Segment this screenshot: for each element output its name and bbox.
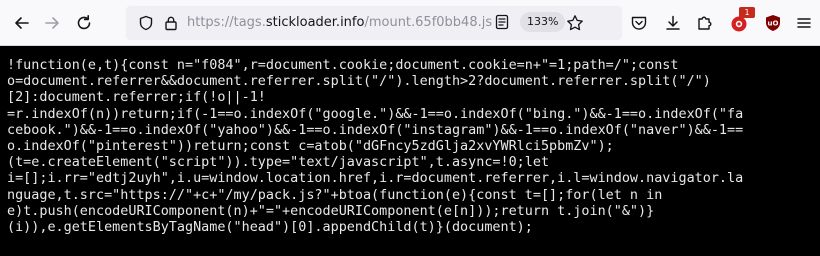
reload-icon: [77, 15, 91, 30]
code-line: !function(e,t){const n="f084",r=document…: [7, 58, 679, 73]
extension-with-badge-button[interactable]: 1: [727, 7, 755, 35]
zoom-level-badge[interactable]: 133%: [520, 12, 566, 32]
downloads-button[interactable]: [661, 11, 685, 35]
url-domain: stickloader.info: [265, 15, 365, 30]
app-menu-button[interactable]: [792, 11, 816, 35]
svg-text:uO: uO: [768, 20, 779, 28]
code-line: nguage,t.src="https://"+c+"/my/pack.js?"…: [7, 187, 663, 203]
code-line: (i)),e.getElementsByTagName("head")[0].a…: [7, 220, 533, 236]
source-code-view: !function(e,t){const n="f084",r=document…: [0, 46, 820, 256]
puzzle-icon: [698, 16, 712, 30]
url-subdomain: tags.: [233, 15, 266, 30]
ublock-icon: uO: [766, 15, 780, 31]
star-icon[interactable]: [566, 14, 584, 36]
forward-button[interactable]: [40, 11, 64, 35]
pocket-icon: [631, 16, 647, 30]
reader-view-icon[interactable]: [494, 14, 510, 34]
javascript-source: !function(e,t){const n="f084",r=document…: [7, 58, 820, 236]
hamburger-menu-icon: [797, 18, 811, 28]
ublock-button[interactable]: uO: [761, 11, 785, 35]
browser-toolbar: https://tags.stickloader.info/mount.65f0…: [0, 0, 820, 46]
pocket-button[interactable]: [627, 11, 651, 35]
code-line: =r.indexOf(n))return;if(-1==o.indexOf("g…: [7, 106, 744, 122]
address-bar[interactable]: https://tags.stickloader.info/mount.65f0…: [126, 6, 622, 40]
code-line: o.indexOf("pinterest"))return;const c=at…: [7, 139, 614, 155]
arrow-left-icon: [15, 17, 29, 29]
code-line: i=[];i.rr="edtj2uyh",i.u=window.location…: [7, 171, 744, 187]
back-button[interactable]: [10, 11, 34, 35]
arrow-right-icon: [45, 17, 59, 29]
url-path: /mount.65f0bb48.js: [364, 15, 493, 30]
extensions-button[interactable]: [693, 11, 717, 35]
url-text[interactable]: https://tags.stickloader.info/mount.65f0…: [187, 14, 492, 31]
shield-icon[interactable]: [138, 15, 154, 35]
code-line: e)t.push(encodeURIComponent(n)+"="+encod…: [7, 203, 655, 219]
extension-badge-count: 1: [739, 7, 755, 18]
url-scheme: https://: [187, 15, 234, 30]
reload-button[interactable]: [72, 11, 96, 35]
code-line: [2]:document.referrer;if(!o||-1!: [7, 90, 266, 106]
lock-icon[interactable]: [164, 15, 178, 35]
code-line: cebook.")&&-1==o.indexOf("yahoo")&&-1==o…: [7, 122, 744, 138]
code-line: o=document.referrer&&document.referrer.s…: [7, 74, 711, 90]
code-line: (t=e.createElement("script")).type="text…: [7, 155, 550, 171]
download-icon: [666, 15, 680, 30]
